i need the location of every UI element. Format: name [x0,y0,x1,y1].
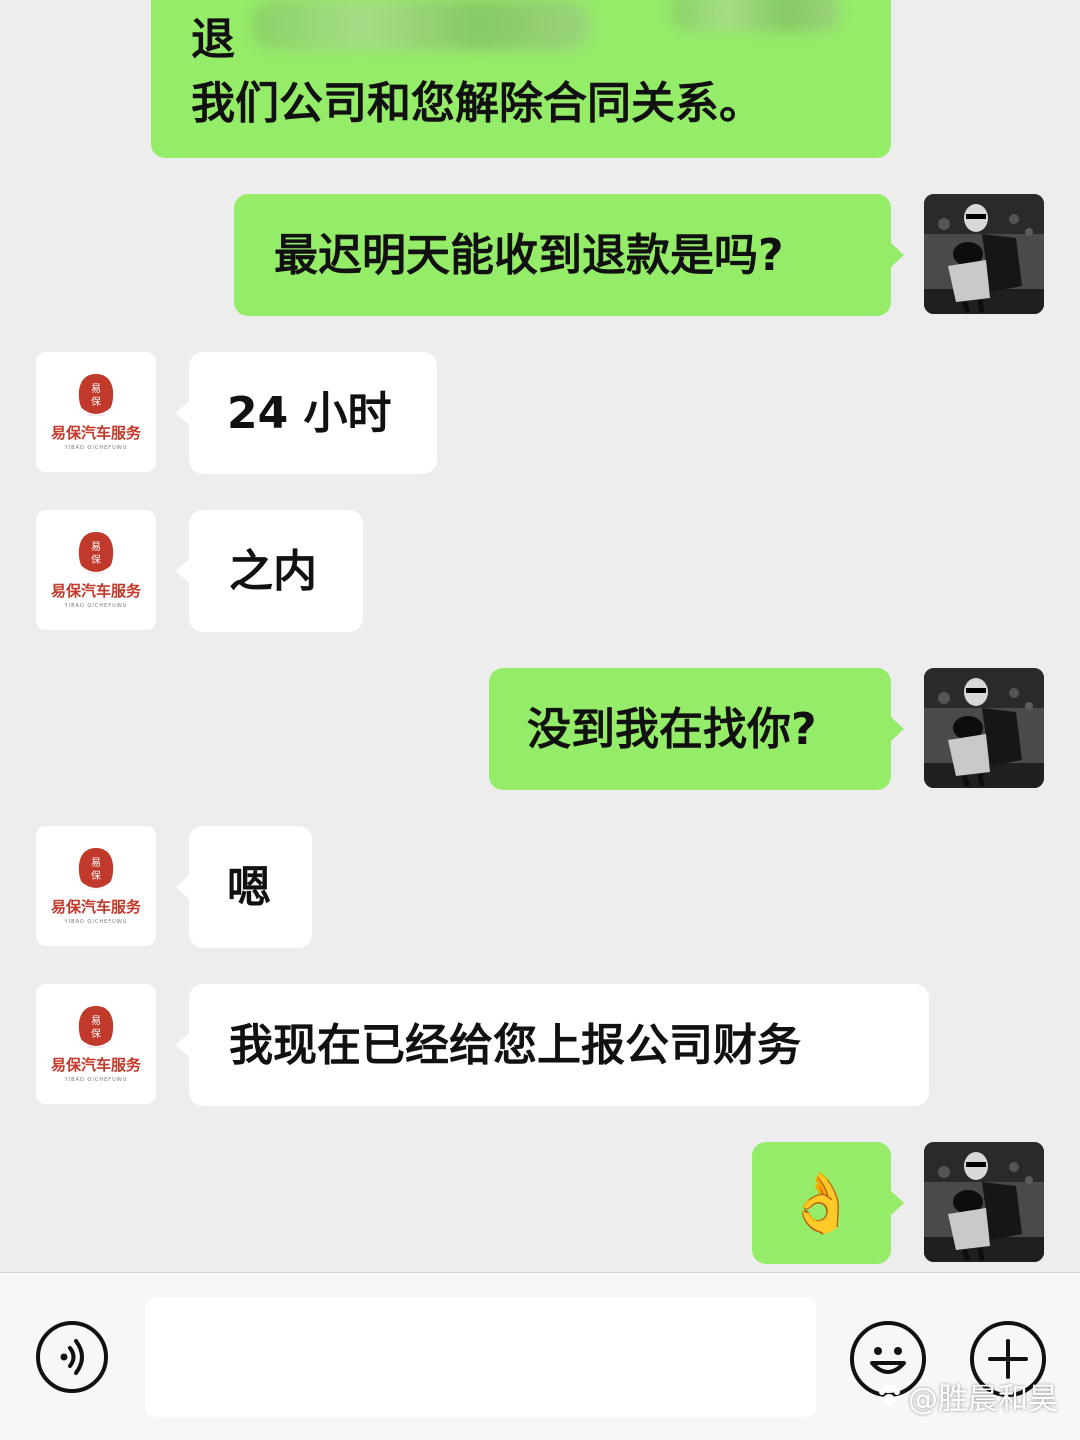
user-avatar[interactable] [924,1142,1044,1262]
message-bubble-sent[interactable]: 最迟明天能收到退款是吗? [234,194,904,316]
redaction-blur [671,0,841,32]
watermark: @胜晨和昊 [876,1374,1058,1418]
redaction-blur [251,0,591,50]
message-bubble-received[interactable]: 之内 [176,510,363,632]
message-bubble-received[interactable]: 我现在已经给您上报公司财务 [176,984,929,1106]
input-bar: @胜晨和昊 [0,1272,1080,1440]
ok-hand-emoji: 👌 [785,1168,858,1237]
voice-button[interactable] [36,1321,108,1393]
user-photo-avatar [924,1142,1044,1262]
chat-area[interactable]: 退 我们公司和您解除合同关系。 最迟明天能收到退款是吗? 24 小时 之内 没到… [0,0,1080,1272]
user-avatar[interactable] [924,194,1044,314]
message-line: 退 [191,14,235,66]
message-bubble-received[interactable]: 24 小时 [176,352,437,474]
user-avatar[interactable] [924,668,1044,788]
message-text: 嗯 [227,861,271,913]
message-text: 24 小时 [227,387,392,439]
company-avatar[interactable] [36,352,156,472]
message-bubble-sent[interactable]: 👌 [752,1142,904,1264]
message-text: 没到我在找你? [527,703,817,755]
red-seal-logo [36,826,156,946]
company-avatar[interactable] [36,984,156,1104]
red-seal-logo [36,352,156,472]
message-line: 我们公司和您解除合同关系。 [191,78,763,129]
user-photo-avatar [924,194,1044,314]
message-input[interactable] [146,1297,816,1417]
company-avatar[interactable] [36,826,156,946]
paw-icon [879,1385,900,1406]
red-seal-logo [36,510,156,630]
message-bubble-sent[interactable]: 退 我们公司和您解除合同关系。 [151,0,891,158]
voice-icon [60,1339,84,1375]
message-text: 最迟明天能收到退款是吗? [274,229,784,281]
message-bubble-received[interactable]: 嗯 [176,826,312,948]
red-seal-logo [36,984,156,1104]
message-text: 之内 [229,545,317,597]
user-photo-avatar [924,668,1044,788]
message-bubble-sent[interactable]: 没到我在找你? [489,668,904,790]
company-avatar[interactable] [36,510,156,630]
watermark-text: @胜晨和昊 [908,1382,1058,1417]
message-text: 我现在已经给您上报公司财务 [229,1019,801,1071]
